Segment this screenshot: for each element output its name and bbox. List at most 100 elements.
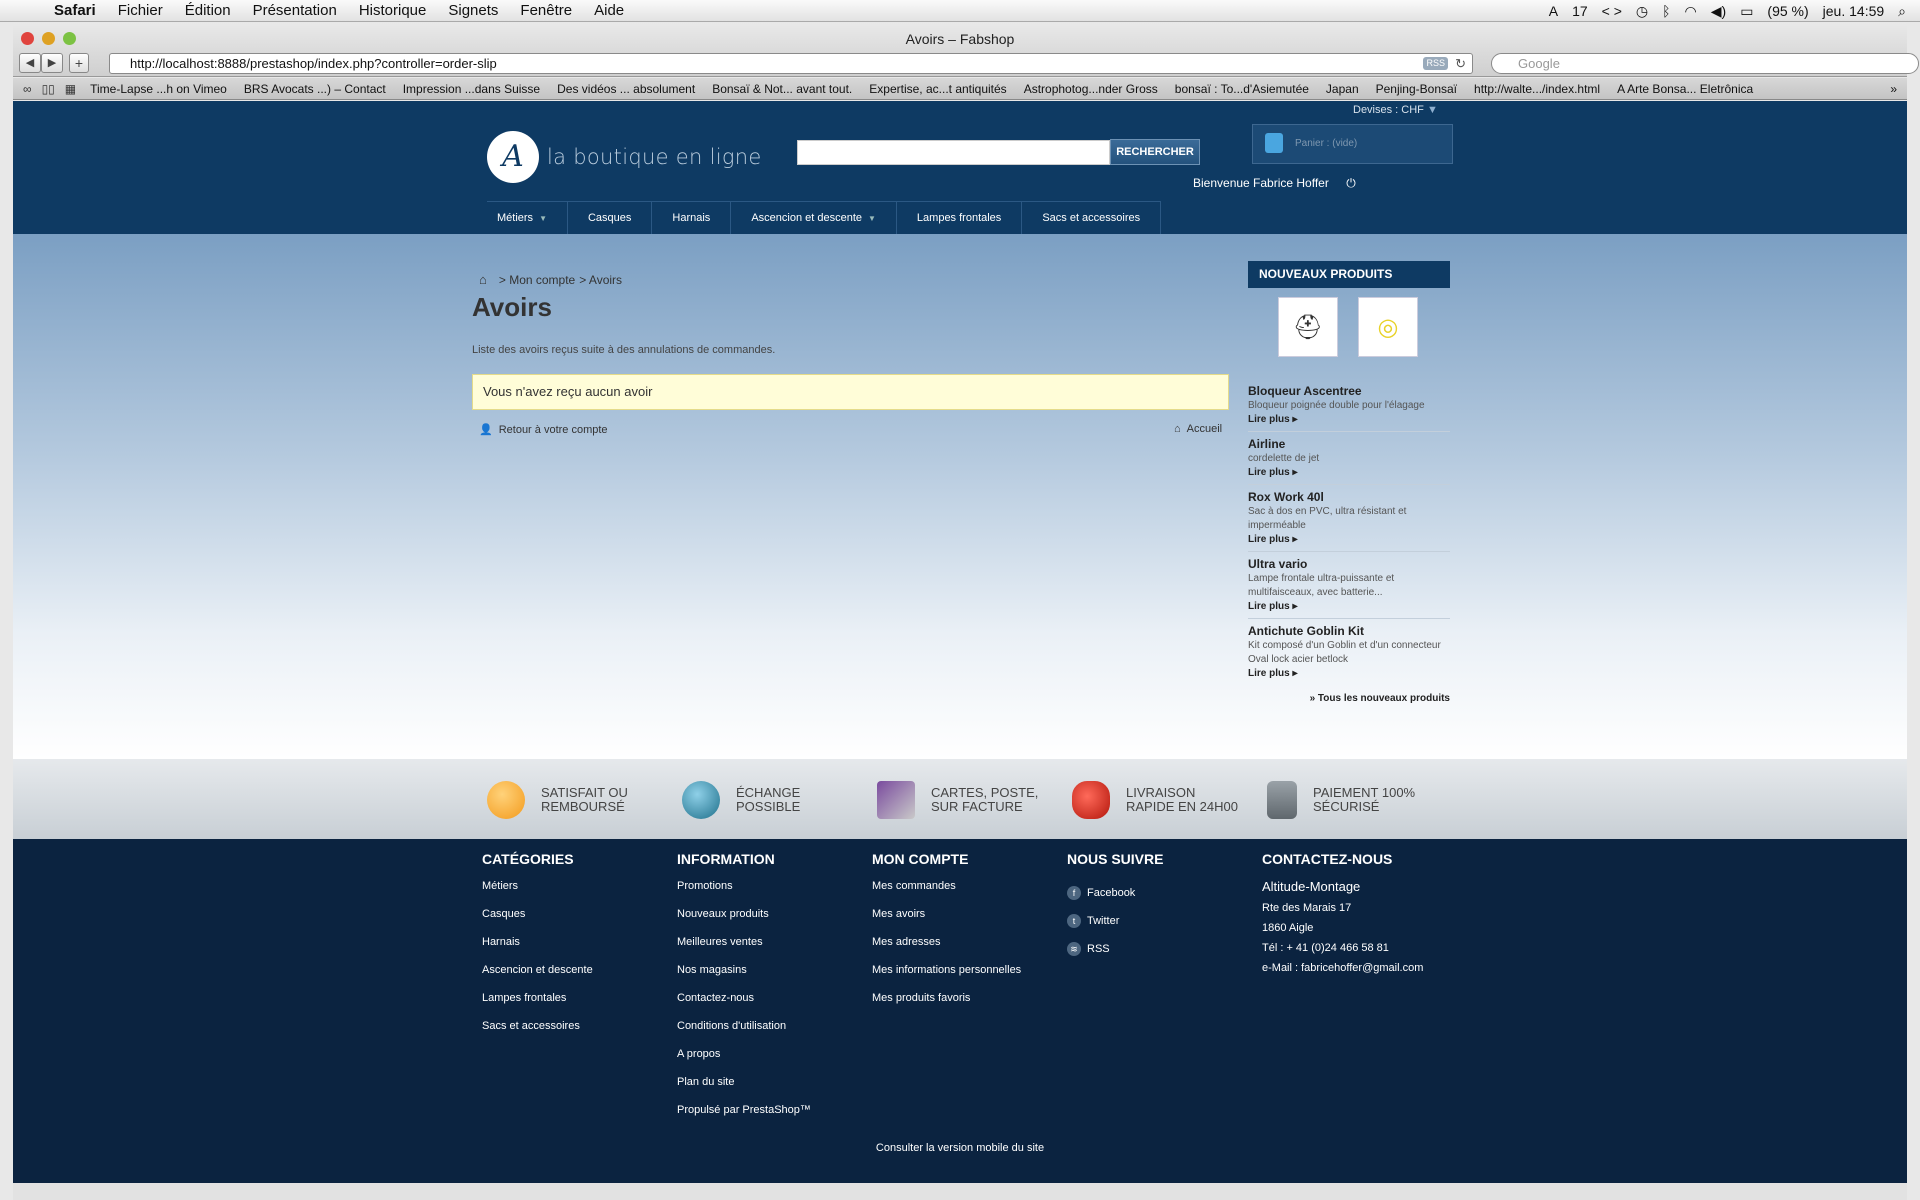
company-name: Altitude-Montage [1262, 879, 1361, 894]
nav-item-sacs[interactable]: Sacs et accessoires [1022, 202, 1162, 234]
logout-power-icon[interactable]: ⏻ [1346, 176, 1356, 190]
footer-link[interactable]: Plan du site [677, 1075, 811, 1103]
footer-link[interactable]: Promotions [677, 879, 811, 907]
read-more-link[interactable]: Lire plus ▸ [1248, 414, 1450, 425]
footer-link[interactable]: Mes adresses [872, 935, 1021, 963]
rss-badge[interactable]: RSS [1423, 57, 1448, 70]
forward-button[interactable]: ▶ [41, 53, 63, 73]
currency-selector[interactable]: Devises : CHF ▼ [1353, 104, 1438, 116]
reading-glasses-icon[interactable]: ∞ [23, 82, 32, 96]
search-button[interactable]: RECHERCHER [1110, 139, 1200, 165]
bookmark[interactable]: Impression ...dans Suisse [403, 82, 540, 96]
menu-presentation[interactable]: Présentation [253, 2, 337, 19]
home-icon[interactable]: ⌂ [479, 272, 487, 287]
wifi-icon[interactable]: ◠ [1685, 3, 1697, 20]
contact-email[interactable]: e-Mail : fabricehoffer@gmail.com [1262, 962, 1423, 982]
read-more-link[interactable]: Lire plus ▸ [1248, 534, 1450, 545]
menu-aide[interactable]: Aide [594, 2, 624, 19]
menu-fichier[interactable]: Fichier [118, 2, 163, 19]
back-to-account-link[interactable]: 👤 Retour à votre compte [479, 423, 608, 436]
footer-link[interactable]: Contactez-nous [677, 991, 811, 1019]
product-thumbnail-harness[interactable]: ⛑ [1278, 297, 1338, 357]
top-sites-grid-icon[interactable]: ▦ [65, 82, 76, 96]
bookmark[interactable]: Penjing-Bonsaï [1376, 82, 1457, 96]
padlock-icon [1267, 781, 1297, 819]
footer-link[interactable]: Nouveaux produits [677, 907, 811, 935]
reassurance-label: SATISFAIT OU REMBOURSÉ [541, 785, 628, 814]
product-name[interactable]: Rox Work 40l [1248, 490, 1450, 504]
bookmarks-overflow-icon[interactable]: » [1890, 82, 1897, 96]
footer-link[interactable]: Nos magasins [677, 963, 811, 991]
mobile-version-link[interactable]: Consulter la version mobile du site [13, 1142, 1907, 1154]
add-bookmark-button[interactable]: + [69, 53, 89, 73]
footer-link[interactable]: Propulsé par PrestaShop™ [677, 1103, 811, 1131]
bookmark[interactable]: Astrophotog...nder Gross [1024, 82, 1158, 96]
bookmark[interactable]: Expertise, ac...t antiquités [869, 82, 1006, 96]
bluetooth-icon[interactable]: ᛒ [1662, 3, 1670, 19]
spotlight-icon[interactable]: ⌕ [1898, 3, 1906, 20]
adobe-status-icon[interactable]: A [1549, 3, 1558, 19]
nav-item-harnais[interactable]: Harnais [652, 202, 732, 234]
site-search-input[interactable] [797, 140, 1110, 165]
cart-block[interactable]: Panier : (vide) [1252, 124, 1453, 164]
footer-link[interactable]: Meilleures ventes [677, 935, 811, 963]
bookmark[interactable]: BRS Avocats ...) – Contact [244, 82, 386, 96]
menu-app-safari[interactable]: Safari [54, 2, 96, 19]
product-name[interactable]: Ultra vario [1248, 557, 1450, 571]
product-name[interactable]: Antichute Goblin Kit [1248, 624, 1450, 638]
site-logo[interactable]: A la boutique en ligne [487, 131, 762, 183]
all-new-products-link[interactable]: » Tous les nouveaux produits [1248, 693, 1450, 704]
facebook-link[interactable]: f Facebook [1067, 879, 1163, 907]
bookmark[interactable]: Bonsaï & Not... avant tout. [712, 82, 852, 96]
nav-item-lampes[interactable]: Lampes frontales [897, 202, 1023, 234]
product-thumbnail-cord[interactable]: ◎ [1358, 297, 1418, 357]
footer-link[interactable]: Sacs et accessoires [482, 1019, 593, 1047]
address-bar[interactable]: http://localhost:8888/prestashop/index.p… [109, 53, 1473, 74]
footer-link[interactable]: Mes informations personnelles [872, 963, 1021, 991]
time-machine-icon[interactable]: ◷ [1636, 3, 1648, 20]
nav-item-ascencion[interactable]: Ascencion et descente ▼ [731, 202, 897, 234]
reload-icon[interactable]: ↻ [1455, 54, 1466, 73]
google-search-input[interactable]: Google [1491, 53, 1919, 74]
volume-icon[interactable]: ◀) [1711, 3, 1726, 20]
home-link[interactable]: ⌂ Accueil [1174, 423, 1222, 435]
footer-link[interactable]: Mes avoirs [872, 907, 1021, 935]
rss-link[interactable]: ≋ RSS [1067, 935, 1163, 963]
twitter-link[interactable]: t Twitter [1067, 907, 1163, 935]
bookmark[interactable]: bonsaï : To...d'Asiemutée [1175, 82, 1309, 96]
menu-signets[interactable]: Signets [448, 2, 498, 19]
clock[interactable]: jeu. 14:59 [1823, 3, 1885, 19]
bookmark[interactable]: Time-Lapse ...h on Vimeo [90, 82, 227, 96]
code-icon[interactable]: < > [1602, 3, 1622, 19]
footer-link[interactable]: Casques [482, 907, 593, 935]
footer-link[interactable]: Harnais [482, 935, 593, 963]
back-button[interactable]: ◀ [19, 53, 41, 73]
menu-historique[interactable]: Historique [359, 2, 427, 19]
read-more-link[interactable]: Lire plus ▸ [1248, 467, 1450, 478]
social-label: Twitter [1087, 915, 1120, 927]
bookmark[interactable]: A Arte Bonsa... Eletrônica [1617, 82, 1753, 96]
bookmark[interactable]: http://walte.../index.html [1474, 82, 1600, 96]
breadcrumb-mon-compte[interactable]: > Mon compte [499, 273, 575, 287]
footer-link[interactable]: Ascencion et descente [482, 963, 593, 991]
read-more-link[interactable]: Lire plus ▸ [1248, 668, 1450, 679]
list-item: Rox Work 40l Sac à dos en PVC, ultra rés… [1248, 485, 1450, 552]
window-title: Avoirs – Fabshop [905, 31, 1015, 47]
bookmark[interactable]: Japan [1326, 82, 1359, 96]
read-more-link[interactable]: Lire plus ▸ [1248, 601, 1450, 612]
footer-link[interactable]: Métiers [482, 879, 593, 907]
bookmark[interactable]: Des vidéos ... absolument [557, 82, 695, 96]
footer-link[interactable]: Lampes frontales [482, 991, 593, 1019]
nav-item-metiers[interactable]: Métiers ▼ [487, 202, 568, 234]
menu-edition[interactable]: Édition [185, 2, 231, 19]
footer-link[interactable]: Conditions d'utilisation [677, 1019, 811, 1047]
footer-link[interactable]: Mes commandes [872, 879, 1021, 907]
product-name[interactable]: Airline [1248, 437, 1450, 451]
menu-fenetre[interactable]: Fenêtre [520, 2, 572, 19]
nav-item-casques[interactable]: Casques [568, 202, 653, 234]
battery-icon[interactable]: ▭ [1740, 3, 1753, 20]
product-name[interactable]: Bloqueur Ascentree [1248, 384, 1450, 398]
footer-link[interactable]: A propos [677, 1047, 811, 1075]
footer-link[interactable]: Mes produits favoris [872, 991, 1021, 1019]
bookmarks-book-icon[interactable]: ▯▯ [42, 82, 55, 96]
